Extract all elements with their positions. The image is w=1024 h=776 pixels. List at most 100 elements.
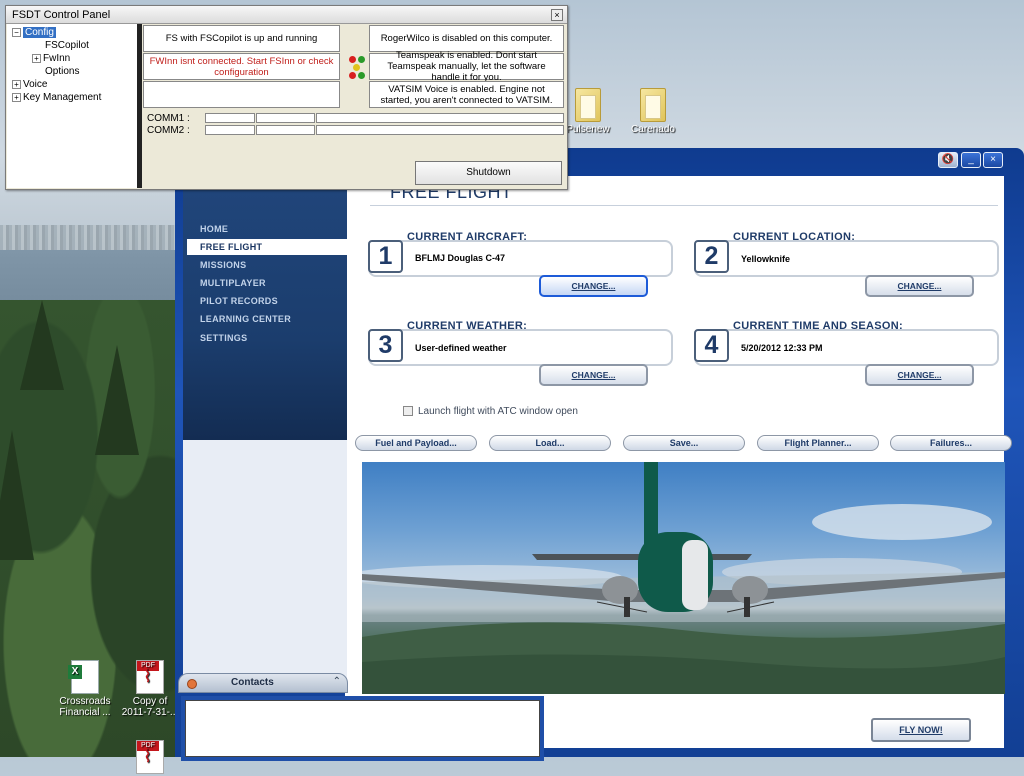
expand-icon[interactable]: + <box>12 92 21 102</box>
desktop-icon-pdf-2[interactable] <box>120 740 180 776</box>
failures-button[interactable]: Failures... <box>890 435 1012 451</box>
status-fwinn: FWInn isnt connected. Start FSInn or che… <box>143 53 340 80</box>
tree-item-key-management[interactable]: + Key Management <box>12 92 101 103</box>
comm2-field-1 <box>205 125 255 135</box>
load-button[interactable]: Load... <box>489 435 611 451</box>
checkbox-icon[interactable] <box>403 406 413 417</box>
comm1-field-1 <box>205 113 255 123</box>
card-aircraft-value: BFLMJ Douglas C-47 <box>415 253 506 263</box>
status-teamspeak: Teamspeak is enabled. Dont start Teamspe… <box>369 50 564 83</box>
comm1-field-2 <box>256 113 315 123</box>
change-weather-button[interactable]: CHANGE... <box>539 364 648 386</box>
fuel-payload-button[interactable]: Fuel and Payload... <box>355 435 477 451</box>
nav-missions[interactable]: MISSIONS <box>200 260 246 270</box>
fsdt-title-bar: FSDT Control Panel × <box>6 6 567 24</box>
tree-item-label: Key Management <box>23 92 102 103</box>
desktop-icon-crossroads[interactable]: Crossroads Financial ... <box>55 660 115 718</box>
nav-multiplayer[interactable]: MULTIPLAYER <box>200 278 266 288</box>
change-time-button[interactable]: CHANGE... <box>865 364 974 386</box>
card-time-value: 5/20/2012 12:33 PM <box>741 343 823 353</box>
desktop-icon-label: Copy of 2011-7-31-... <box>121 696 179 718</box>
fsdt-title: FSDT Control Panel <box>12 9 111 21</box>
folder-icon <box>575 88 601 122</box>
contacts-bar[interactable]: Contacts ⌃ <box>178 673 348 693</box>
tree-item-label: Voice <box>23 79 48 90</box>
atc-window-checkbox[interactable]: Launch flight with ATC window open <box>403 406 578 417</box>
change-location-button[interactable]: CHANGE... <box>865 275 974 297</box>
nav-pilot-records[interactable]: PILOT RECORDS <box>200 296 278 306</box>
card-time-heading: CURRENT TIME AND SEASON: <box>733 320 903 332</box>
excel-file-icon <box>68 660 99 694</box>
card-weather-number: 3 <box>368 329 403 362</box>
tree-item-label: Config <box>23 27 56 38</box>
fly-now-button[interactable]: FLY NOW! <box>871 718 971 742</box>
tree-item-label: FwInn <box>43 53 71 64</box>
tree-splitter[interactable] <box>137 24 142 188</box>
contacts-label: Contacts <box>231 677 274 688</box>
comm2-field-2 <box>256 125 315 135</box>
desktop-icon-label: Crossroads Financial ... <box>59 696 111 718</box>
card-weather-heading: CURRENT WEATHER: <box>407 320 528 332</box>
card-location-number: 2 <box>694 240 729 273</box>
card-location <box>694 240 999 277</box>
status-dot-red <box>349 56 356 63</box>
save-button[interactable]: Save... <box>623 435 745 451</box>
card-aircraft-number: 1 <box>368 240 403 273</box>
atc-checkbox-label: Launch flight with ATC window open <box>418 406 578 417</box>
desktop-icon-carenado[interactable]: Carenado <box>623 88 683 135</box>
expand-icon[interactable]: + <box>12 79 21 89</box>
expand-icon[interactable]: + <box>32 53 41 63</box>
card-time-number: 4 <box>694 329 729 362</box>
card-aircraft-heading: CURRENT AIRCRAFT: <box>407 231 528 243</box>
status-dot-green <box>358 56 365 63</box>
fsdt-control-panel: FSDT Control Panel × − Config FSCopilot +… <box>5 5 568 190</box>
status-dot-green <box>358 72 365 79</box>
status-dot-red <box>349 72 356 79</box>
nav-learning-center[interactable]: LEARNING CENTER <box>200 314 291 324</box>
chevron-up-icon[interactable]: ⌃ <box>333 676 341 687</box>
desktop-icon-label: Pulsenew <box>566 124 610 135</box>
tree-item-voice[interactable]: + Voice <box>12 79 47 90</box>
tree-item-config[interactable]: − Config <box>12 27 56 38</box>
comm2-label: COMM2 : <box>147 125 190 136</box>
desktop-icon-label: Carenado <box>631 124 675 135</box>
tree-item-fwinn[interactable]: + FwInn <box>32 53 70 64</box>
nav-home[interactable]: HOME <box>200 224 228 234</box>
aircraft-preview-image <box>362 462 1005 694</box>
minimize-button[interactable]: _ <box>961 152 981 168</box>
fsx-nav-sidebar: HOME FREE FLIGHT MISSIONS MULTIPLAYER PI… <box>183 190 347 440</box>
status-dot-yellow <box>353 64 360 71</box>
comm1-field-3 <box>316 113 564 123</box>
folder-icon <box>640 88 666 122</box>
comm2-field-3 <box>316 125 564 135</box>
status-vatsim: VATSIM Voice is enabled. Engine not star… <box>369 81 564 108</box>
shutdown-button[interactable]: Shutdown <box>415 161 562 185</box>
tree-item-fscopilot[interactable]: FSCopilot <box>45 40 89 51</box>
pdf-file-icon <box>136 660 164 694</box>
flight-planner-button[interactable]: Flight Planner... <box>757 435 879 451</box>
card-time <box>694 329 999 366</box>
close-icon[interactable]: × <box>551 9 563 21</box>
desktop-tree <box>0 430 34 560</box>
change-aircraft-button[interactable]: CHANGE... <box>539 275 648 297</box>
nav-settings[interactable]: SETTINGS <box>200 333 247 343</box>
status-empty <box>143 81 340 108</box>
pdf-file-icon <box>136 740 164 774</box>
card-weather <box>368 329 673 366</box>
tree-item-options[interactable]: Options <box>45 66 79 77</box>
contacts-panel[interactable] <box>185 700 540 757</box>
close-button[interactable]: × <box>983 152 1003 168</box>
title-divider <box>370 205 998 206</box>
desktop-icon-pdf[interactable]: Copy of 2011-7-31-... <box>120 660 180 718</box>
desktop-tree <box>20 300 64 390</box>
sound-icon[interactable]: 🔇 <box>938 152 958 168</box>
nav-free-flight[interactable]: FREE FLIGHT <box>187 239 347 255</box>
card-location-value: Yellowknife <box>741 254 791 264</box>
card-aircraft <box>368 240 673 277</box>
collapse-icon[interactable]: − <box>12 27 21 37</box>
status-fs: FS with FSCopilot is up and running <box>143 25 340 52</box>
traffic-light-icon <box>349 56 369 82</box>
comm1-label: COMM1 : <box>147 113 190 124</box>
aircraft-preview <box>362 462 1005 694</box>
fsdt-tree: − Config FSCopilot + FwInn Options + Voice … <box>7 24 138 188</box>
